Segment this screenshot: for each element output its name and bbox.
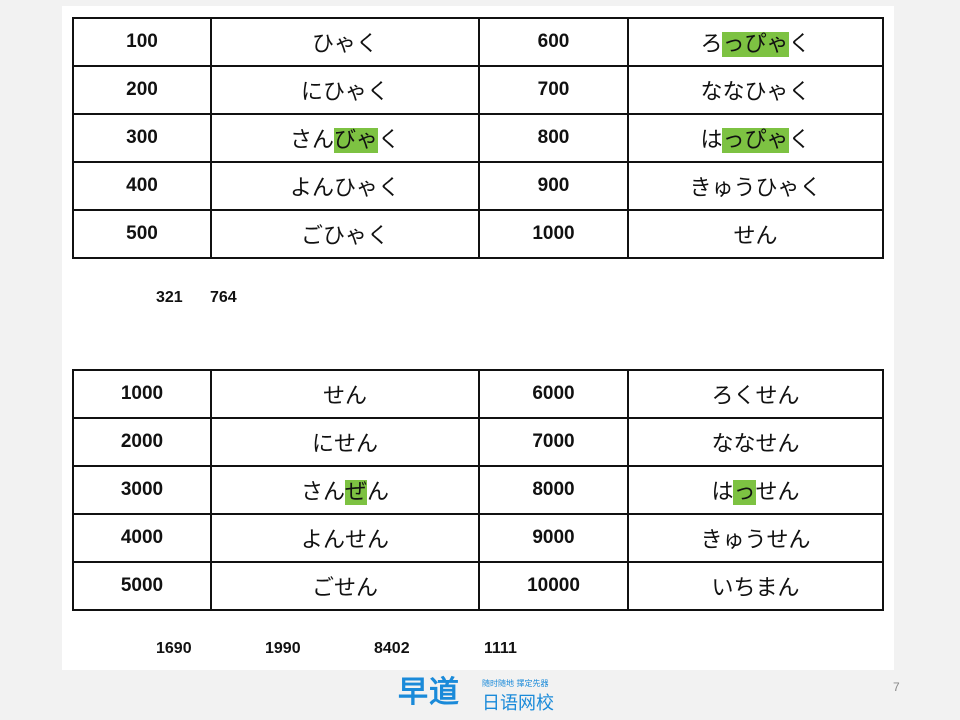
reading-cell: いちまん	[627, 561, 884, 611]
table-row: 4000 よんせん 9000 きゅうせん	[72, 513, 884, 563]
reading-text: ひゃく	[311, 32, 378, 57]
number-cell: 9000	[478, 513, 629, 563]
reading-text: さん	[300, 480, 345, 505]
highlighted-sound-change: っ	[733, 480, 756, 505]
number-cell: 800	[478, 113, 629, 163]
reading-text: せん	[733, 224, 778, 249]
reading-text: く	[788, 32, 811, 57]
reading-text: にせん	[311, 432, 378, 457]
reading-text: せん	[755, 480, 800, 505]
hundreds-table: 100 ひゃく 600 ろっぴゃく 200 にひゃく 700 ななひゃく 300 さんびゃく 800…	[72, 17, 884, 259]
reading-text: さん	[289, 128, 334, 153]
exercise-number-3: 1690	[156, 640, 192, 657]
table-row: 5000 ごせん 10000 いちまん	[72, 561, 884, 611]
number-cell: 200	[72, 65, 212, 115]
reading-text: にひゃく	[300, 80, 389, 105]
page-number: 7	[893, 680, 900, 694]
reading-text: く	[378, 128, 401, 153]
zaodao-logo: 早道 随时随地 擇定先器 日语网校	[398, 675, 563, 715]
highlighted-sound-change: っぴゃ	[722, 128, 789, 153]
number-cell: 3000	[72, 465, 212, 515]
reading-text: く	[788, 128, 811, 153]
number-cell: 900	[478, 161, 629, 211]
number-cell: 1000	[478, 209, 629, 259]
table-row: 400 よんひゃく 900 きゅうひゃく	[72, 161, 884, 211]
reading-cell: はっせん	[627, 465, 884, 515]
number-cell: 100	[72, 17, 212, 67]
reading-cell: にせん	[210, 417, 480, 467]
thousands-table: 1000 せん 6000 ろくせん 2000 にせん 7000 ななせん 3000 さんぜん 800…	[72, 369, 884, 611]
reading-text: せん	[322, 384, 367, 409]
table-row: 100 ひゃく 600 ろっぴゃく	[72, 17, 884, 67]
number-cell: 2000	[72, 417, 212, 467]
reading-cell: ごひゃく	[210, 209, 480, 259]
reading-text: きゅうひゃく	[689, 176, 822, 201]
reading-text: は	[700, 128, 723, 153]
reading-cell: はっぴゃく	[627, 113, 884, 163]
number-cell: 7000	[478, 417, 629, 467]
table-row: 500 ごひゃく 1000 せん	[72, 209, 884, 259]
number-cell: 4000	[72, 513, 212, 563]
number-cell: 400	[72, 161, 212, 211]
logo-mark: 早道	[398, 675, 460, 710]
reading-cell: せん	[627, 209, 884, 259]
reading-text: ななひゃく	[700, 80, 811, 105]
table-row: 2000 にせん 7000 ななせん	[72, 417, 884, 467]
reading-cell: ななせん	[627, 417, 884, 467]
reading-text: ろ	[700, 32, 723, 57]
logo-subtitle: 日语网校	[482, 693, 554, 714]
highlighted-sound-change: びゃ	[333, 128, 378, 153]
reading-text: ろくせん	[711, 384, 800, 409]
number-cell: 8000	[478, 465, 629, 515]
number-cell: 5000	[72, 561, 212, 611]
reading-cell: きゅうせん	[627, 513, 884, 563]
logo-tagline: 随时随地 擇定先器	[482, 679, 549, 688]
reading-text: ごひゃく	[300, 224, 389, 249]
reading-cell: ろくせん	[627, 369, 884, 419]
reading-cell: にひゃく	[210, 65, 480, 115]
reading-cell: よんせん	[210, 513, 480, 563]
reading-text: いちまん	[711, 576, 800, 601]
reading-cell: ひゃく	[210, 17, 480, 67]
reading-cell: よんひゃく	[210, 161, 480, 211]
reading-text: よんひゃく	[289, 176, 400, 201]
reading-cell: せん	[210, 369, 480, 419]
reading-text: ななせん	[711, 432, 800, 457]
highlighted-sound-change: っぴゃ	[722, 32, 789, 57]
reading-cell: さんぜん	[210, 465, 480, 515]
number-cell: 10000	[478, 561, 629, 611]
number-cell: 700	[478, 65, 629, 115]
reading-text: ん	[367, 480, 390, 505]
number-cell: 1000	[72, 369, 212, 419]
table-row: 1000 せん 6000 ろくせん	[72, 369, 884, 419]
reading-text: は	[711, 480, 734, 505]
table-row: 3000 さんぜん 8000 はっせん	[72, 465, 884, 515]
reading-cell: ろっぴゃく	[627, 17, 884, 67]
reading-cell: ななひゃく	[627, 65, 884, 115]
reading-cell: きゅうひゃく	[627, 161, 884, 211]
exercise-number-6: 1111	[484, 640, 517, 657]
number-cell: 300	[72, 113, 212, 163]
exercise-number-5: 8402	[374, 640, 410, 657]
reading-text: きゅうせん	[700, 528, 811, 553]
exercise-number-4: 1990	[265, 640, 301, 657]
exercise-number-2: 764	[210, 289, 237, 306]
reading-cell: さんびゃく	[210, 113, 480, 163]
number-cell: 500	[72, 209, 212, 259]
number-cell: 6000	[478, 369, 629, 419]
table-row: 300 さんびゃく 800 はっぴゃく	[72, 113, 884, 163]
table-row: 200 にひゃく 700 ななひゃく	[72, 65, 884, 115]
highlighted-sound-change: ぜ	[344, 480, 367, 505]
reading-text: よんせん	[300, 528, 389, 553]
reading-text: ごせん	[311, 576, 378, 601]
exercise-number-1: 321	[156, 289, 183, 306]
reading-cell: ごせん	[210, 561, 480, 611]
number-cell: 600	[478, 17, 629, 67]
